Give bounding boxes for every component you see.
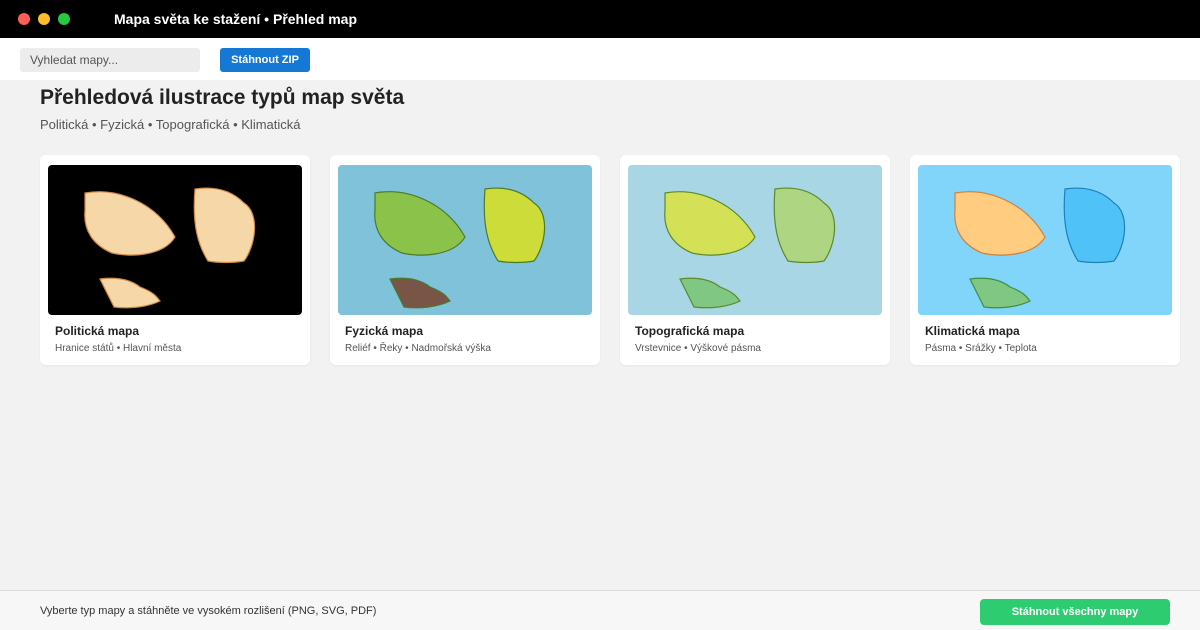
minimize-window-button[interactable] (38, 13, 50, 25)
map-card-title: Klimatická mapa (925, 324, 1020, 338)
window-title: Mapa světa ke stažení • Přehled map (114, 11, 358, 27)
continent-shape (773, 187, 836, 264)
continent-shape (389, 277, 452, 309)
footer-text: Vyberte typ mapy a stáhněte ve vysokém r… (40, 605, 377, 617)
map-card-subtitle: Hranice států • Hlavní města (55, 343, 182, 354)
page-title: Přehledová ilustrace typů map světa (40, 86, 405, 109)
map-card[interactable]: Klimatická mapa Pásma • Srážky • Teplota (910, 155, 1180, 365)
map-illustration (954, 187, 1126, 309)
continent-shape (84, 191, 176, 256)
map-card[interactable]: Politická mapa Hranice států • Hlavní měs… (40, 155, 310, 365)
map-card-title: Politická mapa (55, 324, 140, 338)
map-illustration (374, 187, 546, 309)
map-thumbnail[interactable] (48, 165, 302, 315)
continent-shape (193, 187, 256, 264)
continent-shape (1063, 187, 1126, 264)
continent-shape (679, 277, 742, 309)
window-controls (18, 13, 70, 25)
map-card[interactable]: Topografická mapa Vrstevnice • Výškové pá… (620, 155, 890, 365)
map-card-subtitle: Reliéf • Řeky • Nadmořská výška (345, 343, 491, 354)
close-window-button[interactable] (18, 13, 30, 25)
map-card[interactable]: Fyzická mapa Reliéf • Řeky • Nadmořská vý… (330, 155, 600, 365)
search-input[interactable] (20, 48, 200, 72)
map-card-title: Fyzická mapa (345, 324, 424, 338)
map-thumbnail[interactable] (628, 165, 882, 315)
download-all-button[interactable]: Stáhnout všechny mapy (980, 599, 1170, 625)
map-card-subtitle: Pásma • Srážky • Teplota (925, 343, 1037, 354)
footer: Vyberte typ mapy a stáhněte ve vysokém r… (0, 590, 1200, 630)
page-subtitle: Politická • Fyzická • Topografická • Kli… (40, 117, 301, 132)
continent-shape (664, 191, 756, 256)
map-card-subtitle: Vrstevnice • Výškové pásma (635, 343, 761, 354)
continent-shape (969, 277, 1032, 309)
maximize-window-button[interactable] (58, 13, 70, 25)
continent-shape (954, 191, 1046, 256)
continent-shape (483, 187, 546, 264)
download-zip-button[interactable]: Stáhnout ZIP (220, 48, 310, 72)
title-bar: Mapa světa ke stažení • Přehled map (0, 0, 1200, 38)
map-thumbnail[interactable] (918, 165, 1172, 315)
continent-shape (374, 191, 466, 256)
continent-shape (99, 277, 162, 309)
toolbar: Stáhnout ZIP (0, 38, 1200, 80)
map-thumbnail[interactable] (338, 165, 592, 315)
map-card-title: Topografická mapa (635, 324, 745, 338)
map-illustration (664, 187, 836, 309)
map-illustration (84, 187, 256, 309)
